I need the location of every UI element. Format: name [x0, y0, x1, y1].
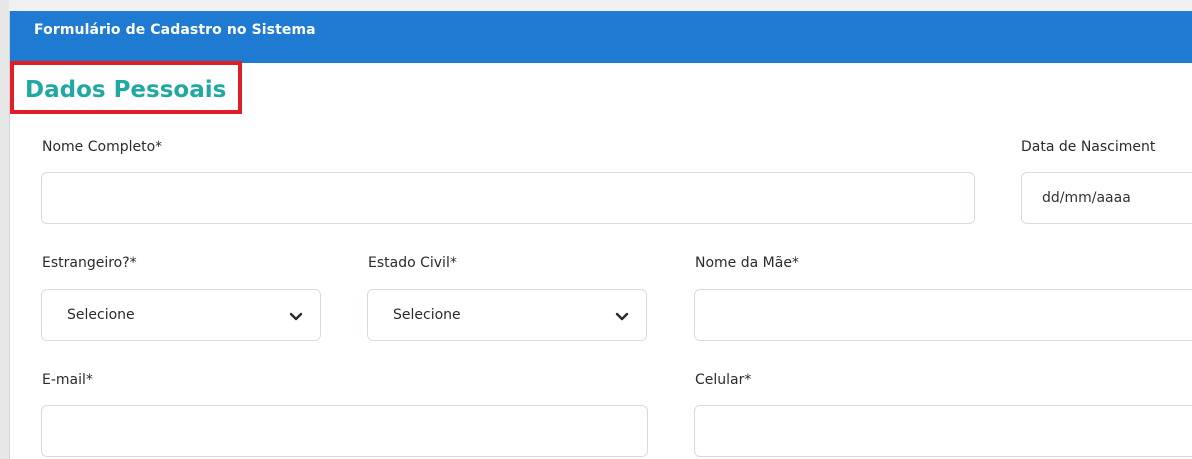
screenshot-frame: Formulário de Cadastro no Sistema Dados … — [0, 0, 1192, 459]
cellphone-label: Celular* — [695, 372, 752, 388]
marital-status-select[interactable]: Selecione — [367, 289, 647, 341]
mother-name-label: Nome da Mãe* — [695, 255, 799, 271]
chevron-down-icon — [289, 312, 303, 321]
birth-date-placeholder: dd/mm/aaaa — [1042, 190, 1131, 206]
chevron-down-icon — [615, 312, 629, 321]
panel-title: Formulário de Cadastro no Sistema — [34, 22, 316, 38]
full-name-input[interactable] — [41, 172, 975, 224]
cellphone-input[interactable] — [694, 405, 1192, 457]
mother-name-input[interactable] — [694, 289, 1192, 341]
foreigner-label: Estrangeiro?* — [42, 255, 137, 271]
section-title: Dados Pessoais — [25, 77, 227, 103]
left-background-strip — [0, 0, 9, 459]
email-input[interactable] — [41, 405, 648, 457]
birth-date-input[interactable]: dd/mm/aaaa — [1021, 172, 1192, 224]
foreigner-select[interactable]: Selecione — [41, 289, 321, 341]
marital-status-selected-value: Selecione — [393, 307, 461, 323]
marital-status-label: Estado Civil* — [368, 255, 457, 271]
full-name-label: Nome Completo* — [42, 139, 163, 155]
birth-date-label: Data de Nasciment — [1021, 139, 1156, 155]
panel-header: Formulário de Cadastro no Sistema — [10, 11, 1192, 63]
email-label: E-mail* — [42, 372, 93, 388]
foreigner-selected-value: Selecione — [67, 307, 135, 323]
